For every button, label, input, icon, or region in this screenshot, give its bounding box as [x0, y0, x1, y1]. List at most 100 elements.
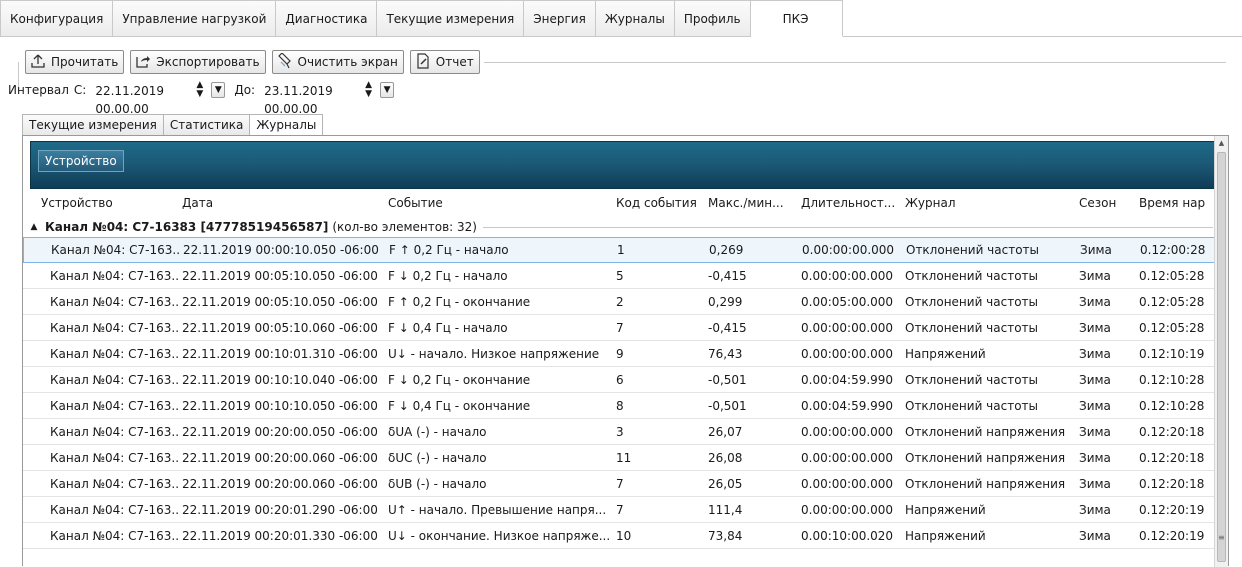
table-body: Канал №04: С7-163... 22.11.2019 00:00:10.…	[23, 237, 1215, 549]
cell-duration: 0.00:05:00.000	[801, 294, 894, 309]
subtab-logs[interactable]: Журналы	[250, 114, 324, 136]
table-row[interactable]: Канал №04: С7-163... 22.11.2019 00:05:10.…	[23, 315, 1215, 341]
clear-screen-button[interactable]: Очистить экран	[271, 50, 404, 74]
column-header-season[interactable]: Сезон	[1075, 192, 1135, 214]
export-icon	[135, 53, 151, 72]
spin-down-icon[interactable]: ▼	[196, 90, 206, 99]
tab-profile[interactable]: Профиль	[674, 0, 751, 37]
interval-to-label: До:	[234, 83, 256, 97]
interval-from-dropdown[interactable]: ▼	[211, 82, 226, 98]
spin-down-icon[interactable]: ▼	[365, 90, 375, 99]
cell-date: 22.11.2019 00:00:10.050 -06:00	[183, 243, 379, 257]
cell-time: 0.12:05:28	[1139, 320, 1205, 335]
cell-season: Зима	[1079, 398, 1111, 413]
cell-duration: 0.00:04:59.990	[801, 398, 894, 413]
column-header-event-code[interactable]: Код события	[612, 192, 704, 214]
interval-from-spinner[interactable]: ▲ ▼	[196, 81, 206, 99]
interval-to-dropdown[interactable]: ▼	[380, 82, 395, 98]
table-row[interactable]: Канал №04: С7-163... 22.11.2019 00:10:10.…	[23, 367, 1215, 393]
export-button[interactable]: Экспортировать	[130, 50, 266, 74]
column-header-duration[interactable]: Длительност...	[797, 192, 901, 214]
subtab-current-measurements[interactable]: Текущие измерения	[22, 114, 164, 136]
cell-device: Канал №04: С7-163...	[50, 268, 178, 283]
cell-duration: 0.00:00:00.000	[801, 476, 894, 491]
table-row[interactable]: Канал №04: С7-163... 22.11.2019 00:20:01.…	[23, 523, 1215, 549]
read-button[interactable]: Прочитать	[25, 50, 125, 74]
cell-event-code: 5	[616, 268, 624, 283]
scroll-up-icon[interactable]: ▲	[1215, 136, 1228, 150]
tab-energy[interactable]: Энергия	[524, 0, 596, 37]
cell-event: F ↑ 0,2 Гц - окончание	[388, 294, 531, 309]
cell-season: Зима	[1079, 320, 1111, 335]
cell-date: 22.11.2019 00:20:00.060 -06:00	[182, 476, 378, 491]
cell-season: Зима	[1079, 424, 1111, 439]
cell-event-code: 3	[616, 424, 624, 439]
column-header-event[interactable]: Событие	[384, 192, 612, 214]
group-divider	[482, 226, 1213, 228]
cell-season: Зима	[1079, 372, 1111, 387]
tab-configuration[interactable]: Конфигурация	[0, 0, 114, 37]
column-header-max-min[interactable]: Макс./мин...	[704, 192, 797, 214]
cell-date: 22.11.2019 00:10:01.310 -06:00	[182, 346, 378, 361]
report-button[interactable]: Отчет	[409, 50, 480, 74]
subtab-statistics[interactable]: Статистика	[163, 114, 251, 136]
cell-event: δUC (-) - начало	[388, 450, 487, 465]
cell-journal: Отклонений частоты	[905, 268, 1039, 283]
cell-time: 0.12:10:28	[1139, 372, 1205, 387]
tab-bar-fill	[842, 0, 1242, 37]
table-row[interactable]: Канал №04: С7-163... 22.11.2019 00:10:01.…	[23, 341, 1215, 367]
tab-load-management[interactable]: Управление нагрузкой	[113, 0, 277, 37]
chevron-down-icon: ▼	[214, 85, 222, 95]
collapse-caret-icon[interactable]: ▲	[27, 222, 41, 232]
cell-event-code: 11	[616, 450, 632, 465]
cell-event-code: 1	[617, 243, 625, 257]
table-row[interactable]: Канал №04: С7-163... 22.11.2019 00:20:00.…	[23, 445, 1215, 471]
cell-event-code: 6	[616, 372, 624, 387]
cell-device: Канал №04: С7-163...	[50, 450, 178, 465]
cell-max-min: 0,299	[708, 294, 743, 309]
interval-row: Интервал С: 22.11.2019 00.00.00 ▲ ▼ ▼ До:…	[8, 81, 395, 116]
vertical-scrollbar[interactable]: ▲ ≡	[1214, 136, 1228, 567]
table-row[interactable]: Канал №04: С7-163... 22.11.2019 00:20:01.…	[23, 497, 1215, 523]
column-header-time[interactable]: Время нар	[1135, 192, 1207, 214]
tab-diagnostics[interactable]: Диагностика	[276, 0, 378, 37]
table-row[interactable]: Канал №04: С7-163... 22.11.2019 00:05:10.…	[23, 263, 1215, 289]
cell-date: 22.11.2019 00:10:10.040 -06:00	[182, 372, 378, 387]
tab-logs[interactable]: Журналы	[595, 0, 675, 37]
cell-season: Зима	[1079, 346, 1111, 361]
cell-device: Канал №04: С7-163...	[50, 528, 178, 543]
chevron-down-icon: ▼	[383, 85, 391, 95]
table-row[interactable]: Канал №04: С7-163... 22.11.2019 00:10:10.…	[23, 393, 1215, 419]
group-by-device-button[interactable]: Устройство	[38, 150, 124, 172]
tab-current-measurements[interactable]: Текущие измерения	[377, 0, 525, 37]
cell-duration: 0.00:04:59.990	[801, 372, 894, 387]
column-header-device[interactable]: Устройство	[23, 192, 178, 214]
scrollbar-thumb[interactable]	[1217, 152, 1226, 562]
column-header-date[interactable]: Дата	[178, 192, 384, 214]
group-panel: Устройство	[30, 141, 1215, 189]
interval-to-input[interactable]: 23.11.2019 00.00.00	[260, 81, 361, 116]
table-row[interactable]: Канал №04: С7-163... 22.11.2019 00:00:10.…	[23, 237, 1215, 263]
cell-max-min: 111,4	[708, 502, 743, 517]
table-row[interactable]: Канал №04: С7-163... 22.11.2019 00:05:10.…	[23, 289, 1215, 315]
cell-time: 0.12:10:19	[1139, 346, 1205, 361]
column-header-journal[interactable]: Журнал	[901, 192, 1075, 214]
cell-event-code: 7	[616, 502, 624, 517]
toolbar: Прочитать Экспортировать Очистить экран …	[25, 50, 484, 74]
cell-duration: 0.00:00:00.000	[801, 502, 894, 517]
cell-season: Зима	[1079, 476, 1111, 491]
cell-event-code: 2	[616, 294, 624, 309]
table-row[interactable]: Канал №04: С7-163... 22.11.2019 00:20:00.…	[23, 419, 1215, 445]
table-row[interactable]: Канал №04: С7-163... 22.11.2019 00:20:00.…	[23, 471, 1215, 497]
cell-season: Зима	[1079, 268, 1111, 283]
cell-date: 22.11.2019 00:05:10.060 -06:00	[182, 320, 378, 335]
group-header-row[interactable]: ▲ Канал №04: С7-16383 [47778519456587] (…	[23, 217, 1213, 237]
tab-pke[interactable]: ПКЭ	[750, 0, 843, 37]
interval-from-input[interactable]: 22.11.2019 00.00.00	[91, 81, 192, 116]
report-button-label: Отчет	[435, 55, 474, 69]
cell-max-min: -0,501	[708, 398, 747, 413]
cell-date: 22.11.2019 00:05:10.050 -06:00	[182, 268, 378, 283]
cell-max-min: -0,415	[708, 320, 747, 335]
cell-max-min: 0,269	[709, 243, 744, 257]
interval-to-spinner[interactable]: ▲ ▼	[365, 81, 375, 99]
